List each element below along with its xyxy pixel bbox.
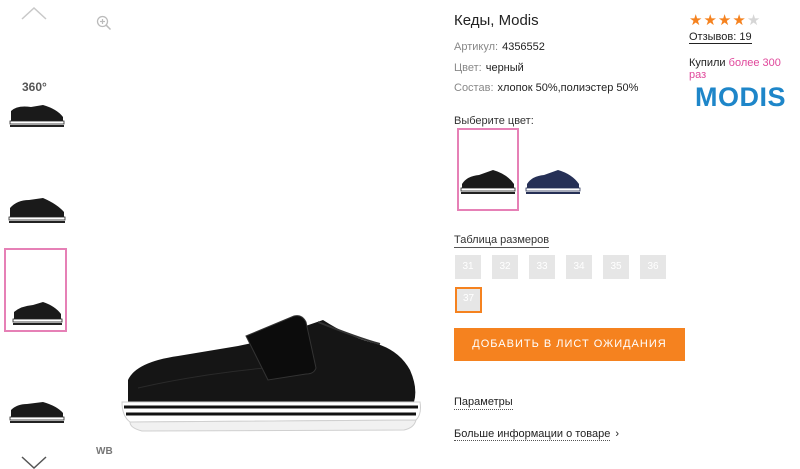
- color-label: Цвет:: [454, 62, 482, 74]
- article-row: Артикул: 4356552: [454, 41, 545, 53]
- size-option-36[interactable]: 36: [640, 255, 666, 279]
- badge-360: 360°: [22, 80, 47, 94]
- thumbnail-1-shoe: [9, 105, 65, 127]
- star-icon: ★: [746, 12, 762, 29]
- size-option-33[interactable]: 33: [529, 255, 555, 279]
- material-value: хлопок 50%,полиэстер 50%: [497, 82, 639, 94]
- badge-360-label: 360°: [22, 80, 47, 94]
- star-icon: ★: [732, 12, 747, 29]
- star-icon: ★: [703, 12, 718, 29]
- swatch-navy-shoe: [525, 170, 581, 194]
- more-info-row[interactable]: Больше информации о товаре ›: [454, 428, 620, 441]
- more-info-link[interactable]: Больше информации о товаре: [454, 428, 611, 441]
- add-to-wishlist-button[interactable]: ДОБАВИТЬ В ЛИСТ ОЖИДАНИЯ: [454, 328, 685, 361]
- thumbnail-3-shoe: [12, 302, 63, 325]
- size-option-31[interactable]: 31: [455, 255, 481, 279]
- star-icon: ★: [689, 12, 704, 29]
- article-value: 4356552: [502, 41, 545, 53]
- purchase-count: Купили более 300 раз: [689, 57, 800, 81]
- watermark: WB: [96, 446, 113, 457]
- chevron-right-icon: ›: [615, 428, 620, 440]
- size-option-34[interactable]: 34: [566, 255, 592, 279]
- color-row: Цвет: черный: [454, 62, 524, 74]
- star-icon: ★: [717, 12, 733, 29]
- article-label: Артикул:: [454, 41, 499, 53]
- thumbnail-1[interactable]: [4, 95, 67, 179]
- thumbnail-3[interactable]: [4, 248, 67, 332]
- main-product-image[interactable]: [118, 310, 428, 445]
- color-value: черный: [485, 62, 524, 74]
- brand-logo[interactable]: MODIS: [695, 82, 786, 113]
- thumbnail-2-shoe: [8, 198, 66, 223]
- thumbnail-4-shoe: [9, 402, 65, 423]
- color-swatch-navy[interactable]: [522, 128, 584, 211]
- reviews-link[interactable]: Отзывов: 19: [689, 31, 752, 44]
- chevron-down-icon[interactable]: [21, 455, 47, 469]
- choose-color-label: Выберите цвет:: [454, 115, 534, 127]
- rating-stars: ★★★★★: [689, 11, 761, 29]
- product-title: Кеды, Modis: [454, 12, 539, 29]
- bought-prefix: Купили: [689, 57, 726, 69]
- color-swatch-black[interactable]: [457, 128, 519, 211]
- size-option-35[interactable]: 35: [603, 255, 629, 279]
- size-option-37[interactable]: 37: [455, 287, 482, 313]
- zoom-in-icon[interactable]: [96, 15, 112, 31]
- size-option-32[interactable]: 32: [492, 255, 518, 279]
- params-link[interactable]: Параметры: [454, 396, 513, 410]
- thumbnail-4[interactable]: [4, 380, 67, 464]
- size-table-link[interactable]: Таблица размеров: [454, 234, 550, 248]
- brand-logo-text: MODIS: [695, 82, 787, 112]
- material-label: Состав:: [454, 82, 494, 94]
- swatch-black-shoe: [460, 170, 516, 194]
- material-row: Состав: хлопок 50%,полиэстер 50%: [454, 82, 638, 94]
- chevron-up-icon[interactable]: [21, 6, 47, 20]
